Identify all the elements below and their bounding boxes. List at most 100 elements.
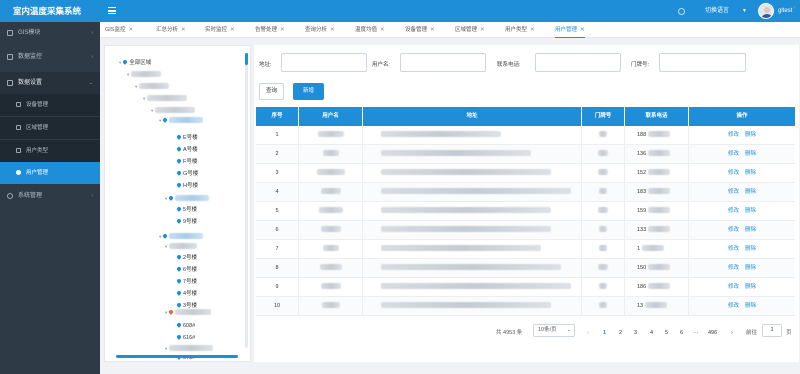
goto-page-input[interactable]: 1: [762, 324, 782, 337]
tree-node[interactable]: ▾: [165, 194, 210, 203]
tree-node[interactable]: ▾: [165, 242, 198, 251]
prev-page-icon[interactable]: ‹: [587, 327, 589, 339]
edit-link[interactable]: 修改: [728, 151, 739, 157]
tree-leaf[interactable]: 5号楼: [176, 206, 197, 215]
add-button[interactable]: 新增: [293, 83, 324, 100]
tree-node[interactable]: ▾: [127, 70, 162, 79]
close-icon[interactable]: ✕: [480, 27, 485, 33]
user-name[interactable]: gltest: [778, 0, 792, 22]
tree-leaf[interactable]: A号楼: [176, 146, 198, 155]
edit-link[interactable]: 修改: [728, 189, 739, 195]
tree-node[interactable]: ▾: [159, 116, 204, 125]
page-number[interactable]: 3: [634, 327, 637, 339]
chevron-down-icon[interactable]: ▼: [792, 0, 797, 16]
avatar[interactable]: [758, 3, 774, 19]
sidebar-item-gis[interactable]: GIS模块 ›: [0, 22, 100, 44]
chevron-down-icon[interactable]: ▼: [742, 0, 747, 22]
page-number[interactable]: 4: [650, 327, 653, 339]
edit-link[interactable]: 修改: [728, 265, 739, 271]
close-icon[interactable]: ✕: [580, 27, 585, 33]
tab-user-type[interactable]: 用户类型 ✕: [505, 22, 535, 38]
tree-root[interactable]: ▾ 全部区域: [119, 58, 151, 67]
tree-leaf[interactable]: 7号楼: [176, 278, 197, 287]
close-icon[interactable]: ✕: [530, 27, 535, 33]
delete-link[interactable]: 删除: [745, 132, 756, 138]
sidebar-item-area-management[interactable]: 区域管理: [0, 117, 100, 139]
door-input[interactable]: [659, 53, 746, 72]
edit-link[interactable]: 修改: [728, 170, 739, 176]
tab-device[interactable]: 设备管理 ✕: [405, 22, 435, 38]
phone-input[interactable]: [535, 53, 621, 72]
username-input[interactable]: [400, 53, 486, 72]
close-icon[interactable]: ✕: [280, 27, 285, 33]
tree-node[interactable]: ▾: [165, 344, 214, 353]
page-number[interactable]: 2: [619, 327, 622, 339]
tab-alarm[interactable]: 告警处理 ✕: [255, 22, 285, 38]
edit-link[interactable]: 修改: [728, 246, 739, 252]
tab-temperature[interactable]: 温度均值 ✕: [355, 22, 385, 38]
language-switch[interactable]: 切换语言: [705, 0, 729, 22]
edit-link[interactable]: 修改: [728, 208, 739, 214]
tab-summary[interactable]: 汇总分析 ✕: [156, 22, 186, 38]
tree-leaf[interactable]: E号楼: [176, 134, 198, 143]
delete-link[interactable]: 删除: [745, 265, 756, 271]
delete-link[interactable]: 删除: [745, 170, 756, 176]
scrollbar-thumb[interactable]: [245, 53, 248, 65]
delete-link[interactable]: 删除: [745, 151, 756, 157]
edit-link[interactable]: 修改: [728, 132, 739, 138]
tree-leaf[interactable]: 616#: [176, 334, 195, 343]
sidebar-item-system[interactable]: 系统管理 ›: [0, 185, 100, 207]
delete-link[interactable]: 删除: [745, 189, 756, 195]
tree-leaf[interactable]: H号楼: [176, 182, 198, 191]
tab-user-management[interactable]: 用户管理 ✕: [555, 22, 585, 38]
page-number[interactable]: 1: [603, 327, 606, 339]
tree-node[interactable]: ▾: [159, 232, 204, 241]
sidebar-item-data-settings[interactable]: 数据设置 ⌄: [0, 72, 100, 94]
tab-gis[interactable]: GIS监控 ✕: [105, 22, 133, 38]
edit-link[interactable]: 修改: [728, 227, 739, 233]
settings-icon[interactable]: [678, 8, 685, 15]
close-icon[interactable]: ✕: [230, 27, 235, 33]
tree-vertical-scrollbar[interactable]: [245, 53, 248, 348]
page-number[interactable]: 5: [665, 327, 668, 339]
tree-node[interactable]: ▾: [165, 308, 212, 317]
tree-leaf[interactable]: 2号楼: [176, 254, 197, 263]
sidebar-item-user-type[interactable]: 用户类型: [0, 140, 100, 162]
close-icon[interactable]: ✕: [128, 27, 133, 33]
tree-leaf[interactable]: 6号楼: [176, 266, 197, 275]
tree-leaf[interactable]: 9号楼: [176, 218, 197, 227]
query-button[interactable]: 查询: [259, 83, 284, 100]
tree-horizontal-scrollbar[interactable]: [116, 355, 238, 358]
tree-leaf[interactable]: 4号楼: [176, 290, 197, 299]
delete-link[interactable]: 删除: [745, 246, 756, 252]
sidebar-item-user-management[interactable]: 用户管理: [0, 162, 100, 184]
tab-area[interactable]: 区域管理 ✕: [455, 22, 485, 38]
tab-query[interactable]: 查询分析 ✕: [305, 22, 335, 38]
page-ellipsis[interactable]: ···: [693, 327, 699, 339]
page-size-select[interactable]: 10条/页 ⌄: [533, 324, 575, 337]
close-icon[interactable]: ✕: [330, 27, 335, 33]
tree-node[interactable]: ▾: [135, 82, 170, 91]
next-page-icon[interactable]: ›: [731, 327, 733, 339]
tab-realtime[interactable]: 实时监控 ✕: [205, 22, 235, 38]
delete-link[interactable]: 删除: [745, 208, 756, 214]
edit-link[interactable]: 修改: [728, 284, 739, 290]
delete-link[interactable]: 删除: [745, 303, 756, 309]
edit-link[interactable]: 修改: [728, 303, 739, 309]
tree-leaf[interactable]: F号楼: [176, 158, 197, 167]
tree-node[interactable]: ▾: [151, 106, 196, 115]
address-input[interactable]: [281, 53, 367, 72]
menu-toggle-icon[interactable]: [108, 7, 116, 14]
close-icon[interactable]: ✕: [430, 27, 435, 33]
page-number[interactable]: 6: [680, 327, 683, 339]
sidebar-item-device-management[interactable]: 设备管理: [0, 94, 100, 116]
tree-node[interactable]: ▾: [143, 94, 188, 103]
page-number[interactable]: 496: [708, 327, 717, 339]
sidebar-item-monitor[interactable]: 数据监控 ›: [0, 46, 100, 68]
delete-link[interactable]: 删除: [745, 284, 756, 290]
tree-leaf[interactable]: G号楼: [176, 170, 198, 179]
close-icon[interactable]: ✕: [181, 27, 186, 33]
close-icon[interactable]: ✕: [380, 27, 385, 33]
delete-link[interactable]: 删除: [745, 227, 756, 233]
tree-leaf[interactable]: 608#: [176, 322, 195, 331]
